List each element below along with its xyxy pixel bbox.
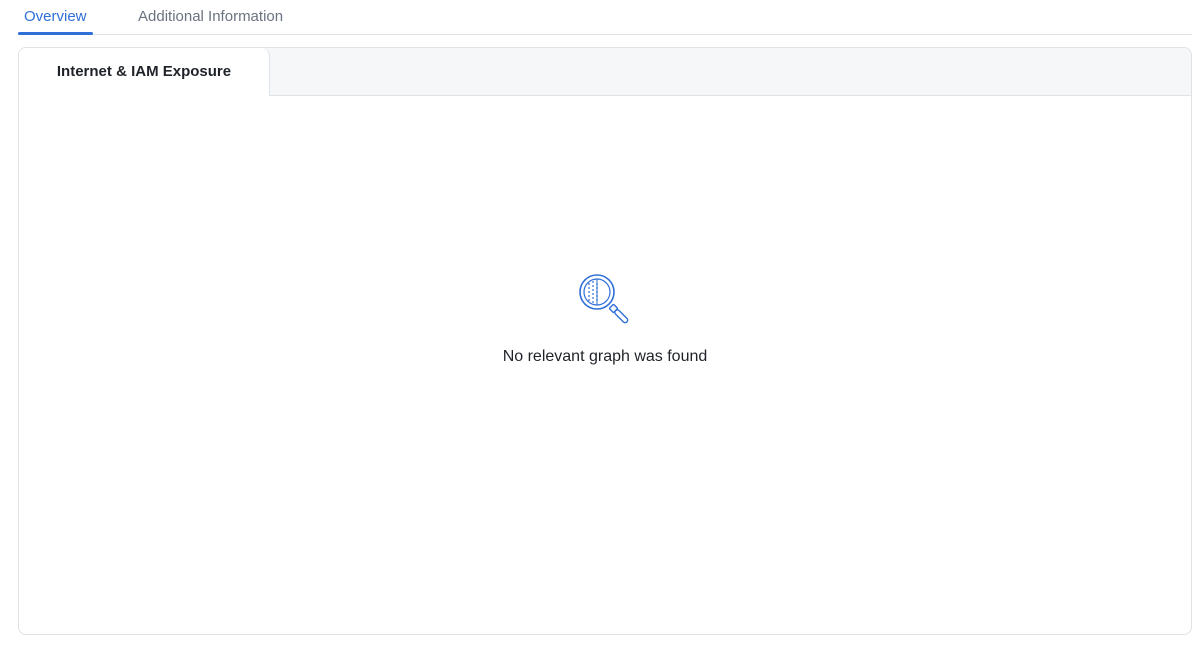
- tab-additional-information[interactable]: Additional Information: [138, 7, 283, 34]
- tab-internet-iam-exposure[interactable]: Internet & IAM Exposure: [19, 48, 270, 96]
- graph-panel: Internet & IAM Exposure No relevant grap…: [18, 47, 1192, 635]
- empty-state: No relevant graph was found: [19, 270, 1191, 366]
- tab-overview[interactable]: Overview: [18, 7, 93, 35]
- empty-state-message: No relevant graph was found: [502, 348, 708, 365]
- panel-tab-bar: Internet & IAM Exposure: [19, 48, 1191, 96]
- top-tab-bar: Overview Additional Information: [18, 0, 1192, 35]
- magnifier-icon: [579, 274, 629, 324]
